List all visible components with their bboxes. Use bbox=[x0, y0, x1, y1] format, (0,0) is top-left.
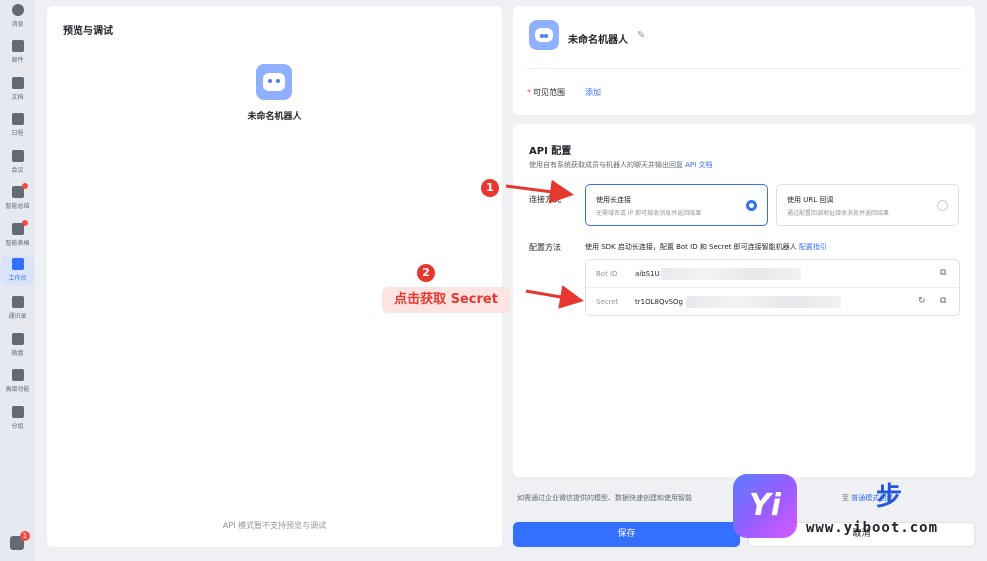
redacted-mask bbox=[686, 296, 841, 308]
bot-avatar[interactable] bbox=[529, 20, 559, 50]
preview-footer-note: API 模式暂不支持预览与调试 bbox=[222, 521, 327, 530]
rail-item-label: 文档 bbox=[11, 94, 24, 101]
rail-item-contacts[interactable]: 通讯录 bbox=[1, 294, 34, 324]
rail-item-advanced[interactable]: 高级功能 bbox=[1, 367, 34, 397]
rail-item-drive[interactable]: 微盘 bbox=[1, 331, 34, 361]
option-title: 使用长连接 bbox=[596, 196, 631, 204]
rail-item-mail[interactable]: 邮件 bbox=[1, 38, 34, 68]
api-config-desc-text: 使用自有系统获取成员与机器人的聊天并输出回复 bbox=[529, 161, 683, 169]
visibility-scope-text: 可见范围 bbox=[533, 88, 565, 97]
config-guide-link[interactable]: 配置指引 bbox=[799, 243, 827, 251]
rail-item-label: 通讯录 bbox=[8, 313, 27, 320]
rail-item-messages[interactable]: 消息 bbox=[1, 2, 34, 32]
notification-dot bbox=[21, 183, 28, 189]
copy-icon[interactable]: ⧉ bbox=[940, 296, 949, 306]
rail-item-label: 分组 bbox=[11, 423, 24, 430]
radio-selected-icon[interactable] bbox=[746, 200, 757, 211]
left-nav-rail: 消息 邮件 文档 日程 会议 智能总结 智能表格 工作台 通讯录 微盘 高级功能 bbox=[0, 0, 35, 561]
bot-avatar bbox=[256, 64, 292, 100]
grid-apps-icon bbox=[11, 258, 24, 270]
option-subtitle: 通过配置回调地址接收消息并返回结果 bbox=[787, 210, 890, 217]
rail-item-calendar[interactable]: 日程 bbox=[1, 111, 34, 141]
watermark-logo: Yi bbox=[733, 474, 797, 538]
api-docs-link[interactable]: API 文档 bbox=[685, 161, 712, 169]
annotation-callout: 点击获取 Secret bbox=[382, 287, 510, 313]
chat-bubble-icon bbox=[11, 4, 24, 16]
calendar-icon bbox=[11, 113, 24, 125]
hexagon-drive-icon bbox=[11, 333, 24, 345]
preview-title: 预览与调试 bbox=[63, 26, 113, 37]
config-method-desc-text: 使用 SDK 启动长连接，配置 Bot ID 和 Secret 即可连接智能机器… bbox=[585, 243, 797, 251]
rail-item-label: 工作台 bbox=[8, 275, 27, 282]
save-button[interactable]: 保存 bbox=[513, 522, 740, 547]
bot-id-value: aibS1U bbox=[635, 270, 660, 278]
bot-id-key: Bot ID bbox=[596, 270, 618, 278]
mail-icon bbox=[11, 40, 24, 52]
org-tree-icon bbox=[11, 296, 24, 308]
annotation-step-2: 2 bbox=[417, 264, 435, 282]
api-config-title: API 配置 bbox=[529, 146, 572, 157]
url-callback-option[interactable]: 使用 URL 回调 通过配置回调地址接收消息并返回结果 bbox=[776, 184, 959, 226]
pencil-icon[interactable]: ✎ bbox=[637, 30, 645, 41]
sparkle-icon bbox=[11, 183, 28, 198]
rail-item-label: 日程 bbox=[11, 130, 24, 137]
config-method-label: 配置方法 bbox=[529, 243, 561, 252]
preview-bot-name: 未命名机器人 bbox=[247, 112, 302, 122]
config-method-desc: 使用 SDK 启动长连接，配置 Bot ID 和 Secret 即可连接智能机器… bbox=[585, 242, 827, 252]
rail-item-smart-summary[interactable]: 智能总结 bbox=[1, 183, 34, 214]
rail-item-label: 智能表格 bbox=[5, 240, 30, 247]
connection-method-label: 连接方式 bbox=[529, 195, 561, 204]
rail-item-label: 微盘 bbox=[11, 350, 24, 357]
radio-unselected-icon[interactable] bbox=[937, 200, 948, 211]
tag-icon bbox=[11, 406, 24, 418]
notification-dot bbox=[21, 220, 28, 226]
option-title: 使用 URL 回调 bbox=[787, 196, 834, 204]
bot-name: 未命名机器人 bbox=[568, 35, 628, 46]
bot-info-card: 未命名机器人 ✎ * 可见范围 添加 bbox=[513, 6, 975, 115]
add-scope-link[interactable]: 添加 bbox=[585, 87, 601, 98]
secret-row: Secret tr1OL8QvSOg ↻ ⧉ bbox=[586, 288, 959, 316]
watermark-url: www.yiboot.com bbox=[806, 520, 939, 536]
document-icon bbox=[11, 77, 24, 89]
required-mark: * bbox=[527, 88, 531, 97]
rail-item-label: 高级功能 bbox=[5, 386, 30, 393]
rail-item-label: 会议 bbox=[11, 167, 24, 174]
long-connection-option[interactable]: 使用长连接 无需域名或 IP 即可接收消息并返回结果 bbox=[585, 184, 768, 226]
credentials-box: Bot ID aibS1U ⧉ Secret tr1OL8QvSOg ↻ ⧉ bbox=[585, 259, 960, 316]
rail-item-label: 智能总结 bbox=[5, 203, 30, 210]
note-text-after: 至 bbox=[842, 494, 849, 502]
rail-item-smart-table[interactable]: 智能表格 bbox=[1, 220, 34, 251]
table-icon bbox=[11, 220, 28, 235]
rail-item-groups[interactable]: 分组 bbox=[1, 404, 34, 434]
rail-item-workbench[interactable]: 工作台 bbox=[1, 256, 34, 286]
api-config-desc: 使用自有系统获取成员与机器人的聊天并输出回复 API 文档 bbox=[529, 160, 713, 170]
watermark-char: 步 bbox=[876, 482, 903, 512]
rail-item-meeting[interactable]: 会议 bbox=[1, 148, 34, 178]
secret-key: Secret bbox=[596, 298, 619, 306]
mode-switch-note: 如需通过企业微信提供的模型、数据快速创建和使用智能至 普通模式创建 bbox=[517, 493, 893, 503]
visibility-scope-label: * 可见范围 bbox=[527, 87, 565, 98]
api-config-card: API 配置 使用自有系统获取成员与机器人的聊天并输出回复 API 文档 连接方… bbox=[513, 124, 975, 477]
copy-icon[interactable]: ⧉ bbox=[940, 268, 949, 278]
bot-id-row: Bot ID aibS1U ⧉ bbox=[586, 260, 959, 288]
rail-item-docs[interactable]: 文档 bbox=[1, 75, 34, 105]
divider bbox=[527, 68, 961, 69]
unread-badge: 1 bbox=[20, 531, 30, 541]
v-badge-icon bbox=[11, 369, 24, 381]
note-text: 如需通过企业微信提供的模型、数据快速创建和使用智能 bbox=[517, 494, 692, 502]
annotation-step-1: 1 bbox=[481, 179, 499, 197]
refresh-icon[interactable]: ↻ bbox=[918, 296, 927, 306]
secret-value: tr1OL8QvSOg bbox=[635, 298, 683, 306]
rail-item-label: 邮件 bbox=[11, 57, 24, 64]
option-subtitle: 无需域名或 IP 即可接收消息并返回结果 bbox=[596, 210, 702, 217]
robot-icon bbox=[535, 28, 553, 42]
redacted-mask bbox=[661, 268, 801, 280]
robot-icon bbox=[263, 73, 285, 91]
more-apps-icon[interactable]: 1 bbox=[10, 531, 30, 550]
rail-item-label: 消息 bbox=[11, 21, 24, 28]
meeting-icon bbox=[11, 150, 24, 162]
